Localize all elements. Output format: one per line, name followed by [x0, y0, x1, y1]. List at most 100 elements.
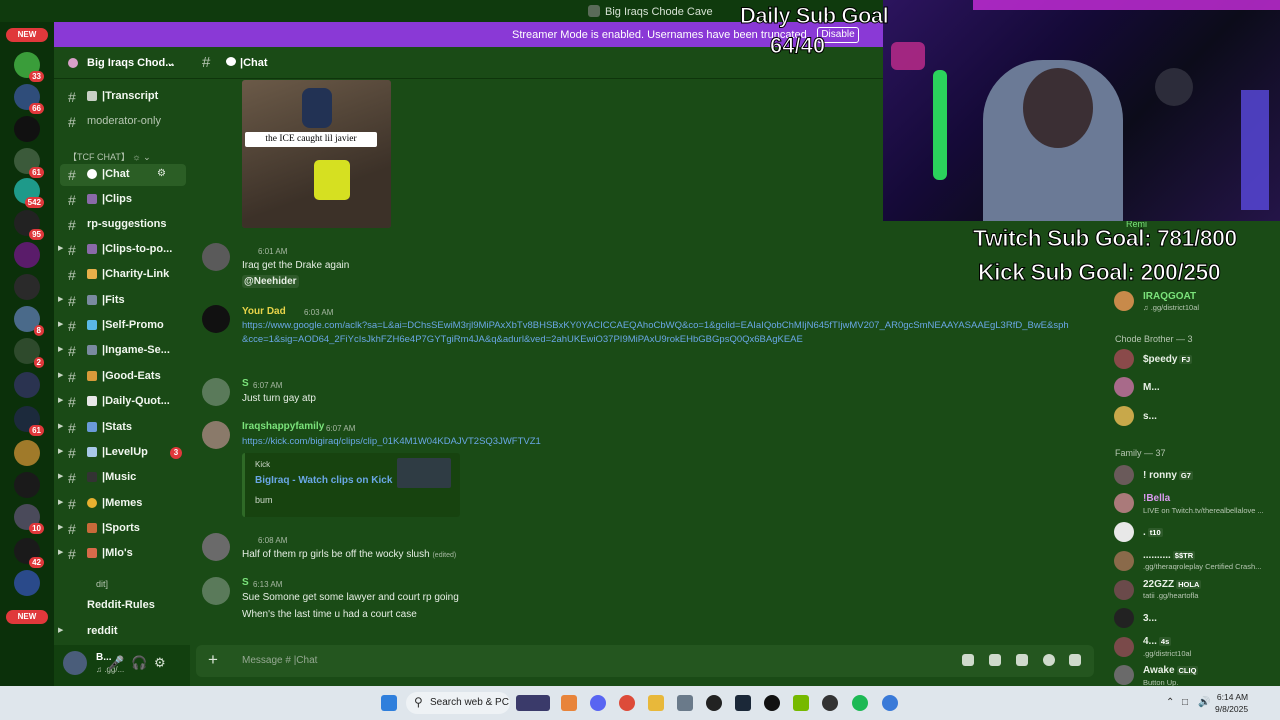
avatar[interactable] — [202, 243, 230, 271]
discord-icon[interactable] — [590, 695, 606, 711]
app-icon[interactable] — [882, 695, 898, 711]
avatar[interactable] — [202, 378, 230, 406]
server-icon[interactable] — [14, 472, 40, 498]
server-icon[interactable]: 10 — [14, 504, 44, 534]
member-name[interactable]: !Bella — [1143, 493, 1170, 504]
user-mention[interactable]: @Neehider — [242, 275, 299, 288]
server-icon[interactable] — [14, 372, 40, 398]
link-embed[interactable]: Kick BigIraq - Watch clips on Kick bum — [242, 453, 460, 517]
embed-title[interactable]: BigIraq - Watch clips on Kick — [255, 475, 392, 486]
channel-ingame-settings[interactable]: ▶ # |Ingame-Se... — [58, 340, 186, 362]
message-link[interactable]: https://www.google.com/aclk?sa=L&ai=DChs… — [242, 319, 1072, 347]
server-icon[interactable]: 33 — [14, 52, 44, 82]
channel-reddit-rules[interactable]: Reddit-Rules — [60, 595, 186, 617]
member-name[interactable]: 3... — [1143, 613, 1157, 624]
channel-clips-to-post[interactable]: ▶ # |Clips-to-po... — [58, 239, 186, 261]
server-icon[interactable]: 95 — [14, 210, 44, 240]
avatar[interactable] — [1114, 551, 1134, 571]
server-icon[interactable]: 8 — [14, 306, 44, 336]
channel-music[interactable]: ▶ # |Music — [58, 467, 186, 489]
member-name[interactable]: Awake CLIQ — [1143, 665, 1199, 676]
chevron-up-icon[interactable]: ⌃ — [1166, 697, 1174, 708]
avatar[interactable] — [1114, 608, 1134, 628]
member-name[interactable]: s... — [1143, 411, 1157, 422]
steam-icon[interactable] — [735, 695, 751, 711]
channel-stats[interactable]: ▶ # |Stats — [58, 417, 186, 439]
server-icon[interactable] — [14, 570, 40, 596]
message-composer[interactable]: + Message # |Chat — [196, 645, 1094, 677]
add-attachment-icon[interactable]: + — [208, 650, 218, 670]
channel-rp-suggestions[interactable]: # rp-suggestions — [60, 214, 186, 236]
avatar[interactable] — [1114, 637, 1134, 657]
windows-start-icon[interactable] — [381, 695, 397, 711]
message-author[interactable]: Your Dad — [242, 306, 286, 317]
channel-self-promo[interactable]: ▶ # |Self-Promo — [58, 315, 186, 337]
member-name[interactable]: ! ronny G7 — [1143, 470, 1193, 481]
avatar[interactable] — [1114, 580, 1134, 600]
avatar[interactable] — [202, 421, 230, 449]
gift-icon[interactable] — [962, 654, 974, 666]
channel-sports[interactable]: ▶ # |Sports — [58, 518, 186, 540]
avatar[interactable] — [202, 533, 230, 561]
image-attachment[interactable]: the ICE caught lil javier — [242, 80, 391, 228]
message-input[interactable]: Message # |Chat — [242, 655, 317, 666]
gif-icon[interactable] — [989, 654, 1001, 666]
server-icon[interactable] — [14, 242, 40, 268]
app-icon[interactable] — [516, 695, 550, 711]
channel-fits[interactable]: ▶ # |Fits — [58, 290, 186, 312]
file-explorer-icon[interactable] — [648, 695, 664, 711]
channel-good-eats[interactable]: ▶ # |Good-Eats — [58, 366, 186, 388]
message-author[interactable]: S — [242, 378, 249, 389]
avatar[interactable] — [1114, 522, 1134, 542]
avatar[interactable] — [1114, 291, 1134, 311]
headphones-icon[interactable]: 🎧 — [131, 655, 147, 671]
channel-charity-link[interactable]: # |Charity-Link — [60, 264, 186, 286]
channel-chat[interactable]: # |Chat ⚙ — [60, 164, 186, 186]
message-author[interactable]: S — [242, 577, 249, 588]
avatar[interactable] — [1114, 377, 1134, 397]
channel-levelup[interactable]: ▶ # |LevelUp 3 — [58, 442, 186, 464]
server-icon[interactable]: 2 — [14, 338, 44, 368]
member-name[interactable]: M... — [1143, 382, 1160, 393]
embed-thumbnail[interactable] — [397, 458, 451, 488]
network-icon[interactable]: □ — [1182, 697, 1188, 708]
sticker-icon[interactable] — [1016, 654, 1028, 666]
new-pill-bottom[interactable]: NEW — [6, 610, 48, 624]
obs-icon[interactable] — [822, 695, 838, 711]
new-pill-top[interactable]: NEW — [6, 28, 48, 42]
app-icon[interactable] — [706, 695, 722, 711]
avatar[interactable] — [1114, 493, 1134, 513]
server-icon[interactable] — [14, 440, 40, 466]
server-icon[interactable] — [14, 274, 40, 300]
emoji-icon[interactable] — [1043, 654, 1055, 666]
channel-clips[interactable]: # |Clips — [60, 189, 186, 211]
avatar[interactable] — [1114, 406, 1134, 426]
gear-icon[interactable]: ⚙ — [154, 655, 166, 671]
member-name[interactable]: 4... 4s — [1143, 636, 1172, 647]
server-header[interactable]: Big Iraqs Chod... ⌄ — [54, 47, 190, 79]
message-author[interactable]: Iraqshappyfamily — [242, 421, 324, 432]
microphone-icon[interactable]: 🎤 — [108, 655, 124, 671]
chrome-icon[interactable] — [619, 695, 635, 711]
member-name[interactable]: $peedy FJ — [1143, 354, 1193, 365]
apps-icon[interactable] — [1069, 654, 1081, 666]
avatar[interactable] — [1114, 665, 1134, 685]
category-tcf-chat[interactable]: 【TCF CHAT】 ☼ ⌄ — [68, 150, 151, 163]
server-icon[interactable] — [14, 116, 40, 142]
spotify-icon[interactable] — [852, 695, 868, 711]
store-icon[interactable] — [677, 695, 693, 711]
taskbar-search[interactable]: ⚲ Search web & PC — [406, 692, 510, 714]
channel-moderator-only[interactable]: # moderator-only — [60, 111, 186, 133]
nvidia-icon[interactable] — [793, 695, 809, 711]
app-icon[interactable] — [561, 695, 577, 711]
category-reddit[interactable]: dit] — [60, 575, 186, 597]
avatar[interactable] — [202, 577, 230, 605]
settings-gear-icon[interactable]: ⚙ — [157, 168, 166, 179]
message-link[interactable]: https://kick.com/bigiraq/clips/clip_01K4… — [242, 435, 1072, 449]
member-name[interactable]: .......... $$TR — [1143, 550, 1196, 561]
taskbar-clock[interactable]: 6:14 AM 9/8/2025 — [1215, 691, 1248, 715]
channel-reddit[interactable]: ▶ reddit — [58, 621, 186, 643]
avatar[interactable] — [1114, 349, 1134, 369]
member-name[interactable]: . t10 — [1143, 527, 1163, 538]
volume-icon[interactable]: 🔊 — [1198, 697, 1210, 708]
